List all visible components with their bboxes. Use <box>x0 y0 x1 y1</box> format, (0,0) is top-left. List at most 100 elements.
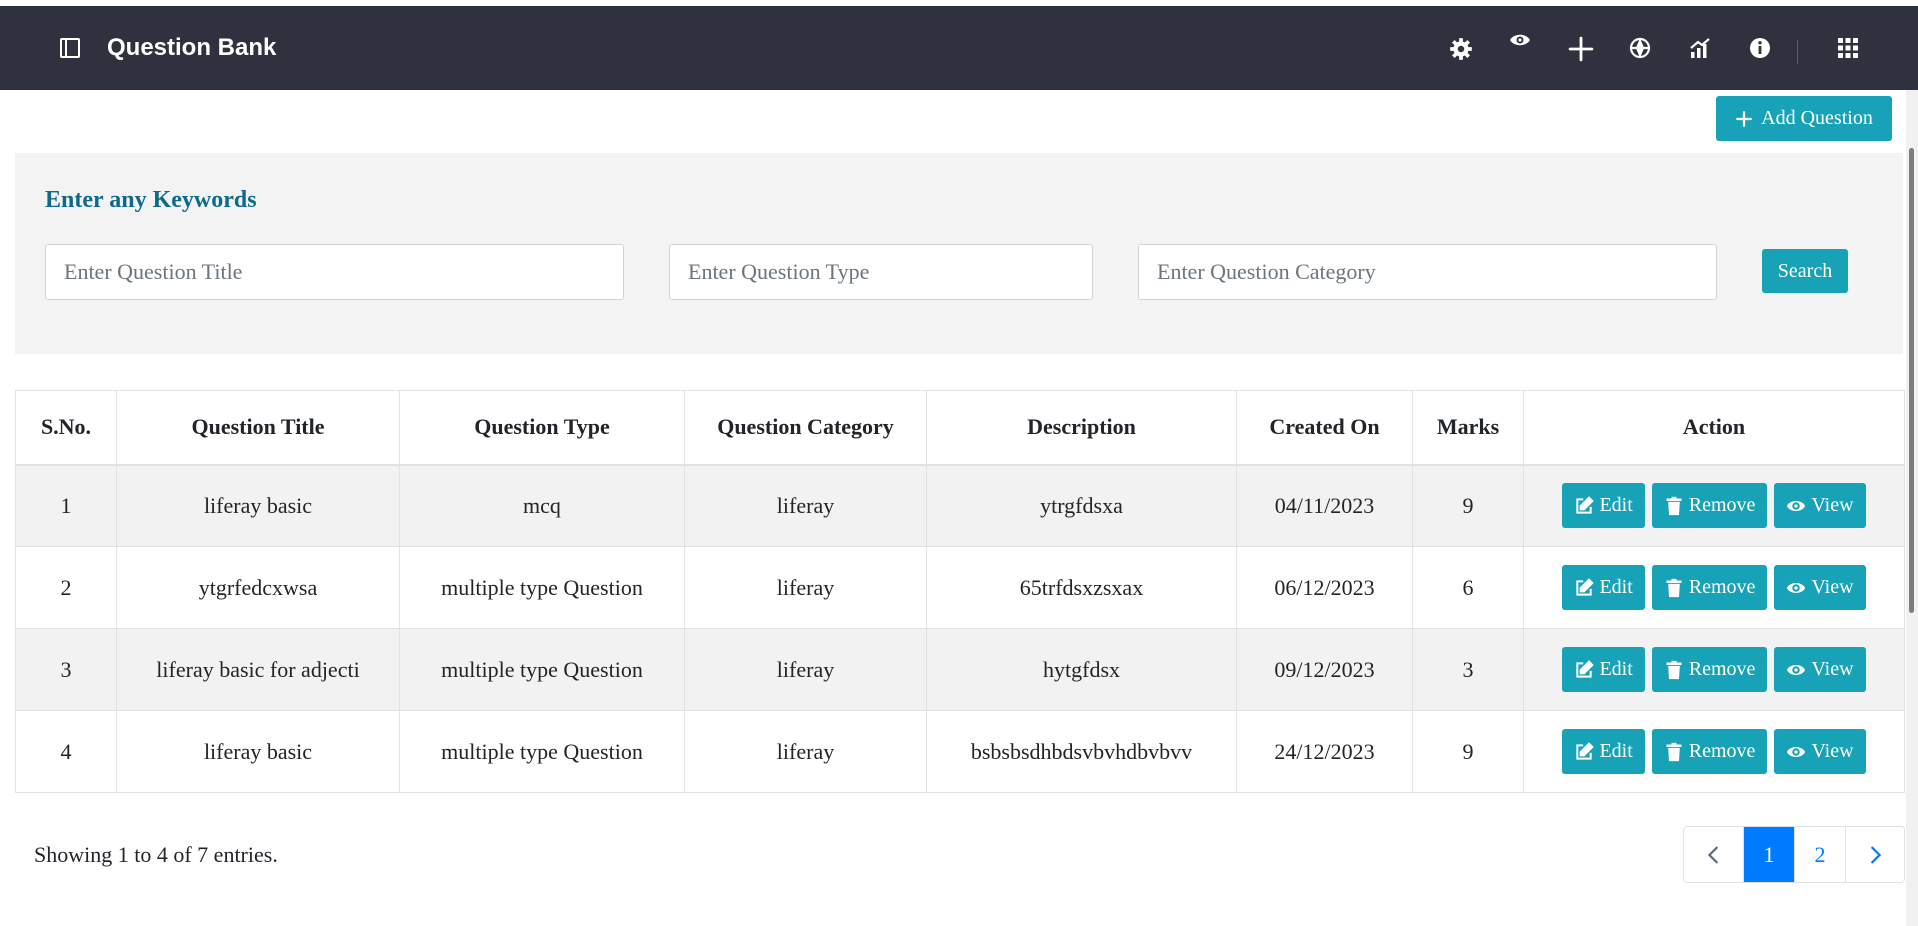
scrollbar-thumb[interactable] <box>1909 148 1914 613</box>
add-question-label: Add Question <box>1761 107 1873 129</box>
column-header-type[interactable]: Question Type <box>399 390 685 466</box>
entries-info: Showing 1 to 4 of 7 entries. <box>34 842 278 867</box>
plus-icon <box>1736 110 1753 127</box>
view-label: View <box>1811 740 1854 762</box>
cell-marks: 3 <box>1412 628 1524 711</box>
cell-type: multiple type Question <box>399 546 685 629</box>
cell-title: liferay basic for adjecti <box>116 628 400 711</box>
cell-type: multiple type Question <box>399 710 685 793</box>
cell-category: liferay <box>684 464 927 547</box>
remove-button[interactable]: Remove <box>1651 483 1768 529</box>
next-page-button[interactable] <box>1845 827 1904 882</box>
eye-icon[interactable] <box>1508 28 1534 54</box>
cell-title: liferay basic <box>116 710 400 793</box>
eye-icon <box>1787 664 1806 675</box>
cell-marks: 9 <box>1412 464 1524 547</box>
view-button[interactable]: View <box>1774 565 1866 610</box>
trash-icon <box>1666 578 1682 597</box>
edit-button[interactable]: Edit <box>1562 729 1645 774</box>
remove-label: Remove <box>1688 740 1756 762</box>
cell-created-on: 24/12/2023 <box>1236 710 1413 793</box>
plus-icon[interactable] <box>1568 36 1594 62</box>
column-header-category[interactable]: Question Category <box>684 390 927 466</box>
compass-icon[interactable] <box>1628 36 1654 62</box>
cell-description: ytrgfdsxa <box>926 464 1237 547</box>
column-header-sno[interactable]: S.No. <box>15 390 117 466</box>
previous-page-button[interactable] <box>1684 827 1743 882</box>
remove-label: Remove <box>1688 658 1756 680</box>
cell-title: liferay basic <box>116 464 400 547</box>
edit-icon <box>1576 577 1595 596</box>
search-heading: Enter any Keywords <box>45 187 257 213</box>
cell-actions: Edit Remove View <box>1523 546 1905 629</box>
trash-icon <box>1666 496 1682 515</box>
view-button[interactable]: View <box>1774 729 1866 774</box>
toolbar-divider <box>1797 40 1798 64</box>
add-question-button[interactable]: Add Question <box>1716 96 1892 141</box>
column-header-action: Action <box>1523 390 1905 466</box>
edit-icon <box>1576 659 1595 678</box>
edit-icon <box>1576 496 1595 514</box>
view-button[interactable]: View <box>1774 647 1866 692</box>
cell-description: bsbsbsdhbdsvbvhdbvbvv <box>926 710 1237 793</box>
column-header-description[interactable]: Description <box>926 390 1237 466</box>
cell-actions: Edit Remove View <box>1523 628 1905 711</box>
eye-icon <box>1787 500 1806 511</box>
apps-grid-icon[interactable] <box>1836 36 1862 62</box>
analytics-icon[interactable] <box>1688 36 1714 62</box>
chevron-left-icon <box>1707 846 1718 863</box>
cell-sno: 1 <box>15 464 117 547</box>
edit-button[interactable]: Edit <box>1562 565 1645 610</box>
remove-button[interactable]: Remove <box>1651 729 1768 774</box>
cell-type: multiple type Question <box>399 628 685 711</box>
cell-category: liferay <box>684 546 927 629</box>
search-panel: Enter any Keywords Search <box>15 153 1903 354</box>
chevron-right-icon <box>1871 846 1882 863</box>
trash-icon <box>1666 742 1682 761</box>
question-type-input[interactable] <box>669 244 1093 300</box>
column-header-title[interactable]: Question Title <box>116 390 400 466</box>
questions-table: S.No. Question Title Question Type Quest… <box>15 390 1905 793</box>
view-button[interactable]: View <box>1774 483 1866 529</box>
table-row: 2 ytgrfedcxwsa multiple type Question li… <box>15 546 1905 629</box>
gear-icon[interactable] <box>1448 36 1474 62</box>
edit-button[interactable]: Edit <box>1562 483 1645 529</box>
table-row: 3 liferay basic for adjecti multiple typ… <box>15 628 1905 711</box>
table-header-row: S.No. Question Title Question Type Quest… <box>15 390 1905 466</box>
page-scrollbar[interactable] <box>1906 90 1918 926</box>
remove-label: Remove <box>1688 576 1756 598</box>
cell-sno: 4 <box>15 710 117 793</box>
page-1-button[interactable]: 1 <box>1743 827 1794 882</box>
trash-icon <box>1666 660 1682 679</box>
cell-description: hytgfdsx <box>926 628 1237 711</box>
question-category-input[interactable] <box>1138 244 1717 300</box>
edit-icon <box>1576 741 1595 760</box>
column-header-marks[interactable]: Marks <box>1412 390 1524 466</box>
edit-label: Edit <box>1599 494 1633 517</box>
cell-description: 65trfdsxzsxax <box>926 546 1237 629</box>
view-label: View <box>1811 658 1854 680</box>
cell-marks: 9 <box>1412 710 1524 793</box>
cell-title: ytgrfedcxwsa <box>116 546 400 629</box>
table-row: 1 liferay basic mcq liferay ytrgfdsxa 04… <box>15 464 1905 547</box>
edit-button[interactable]: Edit <box>1562 647 1645 692</box>
edit-label: Edit <box>1599 576 1633 598</box>
cell-sno: 3 <box>15 628 117 711</box>
page-title: Question Bank <box>107 34 277 61</box>
remove-button[interactable]: Remove <box>1651 565 1768 610</box>
remove-label: Remove <box>1688 494 1756 517</box>
cell-category: liferay <box>684 710 927 793</box>
remove-button[interactable]: Remove <box>1651 647 1768 692</box>
page-2-button[interactable]: 2 <box>1794 827 1845 882</box>
info-icon[interactable] <box>1748 36 1774 62</box>
search-button[interactable]: Search <box>1762 249 1848 293</box>
pagination: 1 2 <box>1683 826 1905 883</box>
cell-marks: 6 <box>1412 546 1524 629</box>
cell-created-on: 04/11/2023 <box>1236 464 1413 547</box>
cell-actions: Edit Remove View <box>1523 710 1905 793</box>
cell-created-on: 09/12/2023 <box>1236 628 1413 711</box>
question-title-input[interactable] <box>45 244 624 300</box>
sidebar-toggle-icon[interactable] <box>58 36 82 60</box>
cell-type: mcq <box>399 464 685 547</box>
column-header-created-on[interactable]: Created On <box>1236 390 1413 466</box>
